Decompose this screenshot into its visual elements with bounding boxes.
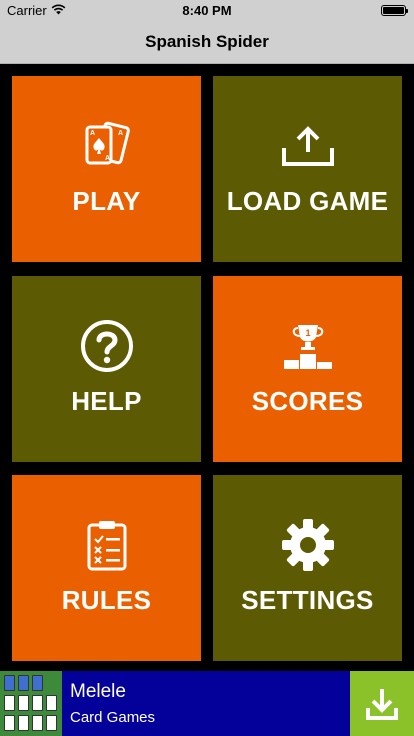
settings-label: SETTINGS: [241, 585, 374, 615]
menu-grid: A A A PLAY LOAD GAME HELP 1 SCORES RULES…: [0, 64, 414, 671]
download-icon: [366, 688, 398, 720]
playing-cards-icon: A A A: [77, 120, 137, 172]
page-title: Spanish Spider: [145, 31, 269, 51]
play-label: PLAY: [72, 186, 141, 216]
navigation-bar: Spanish Spider: [0, 20, 414, 64]
help-button[interactable]: HELP: [12, 276, 201, 462]
status-bar: Carrier 8:40 PM: [0, 0, 414, 20]
rules-button[interactable]: RULES: [12, 475, 201, 661]
svg-text:A: A: [90, 130, 95, 137]
svg-text:A: A: [118, 130, 123, 137]
svg-text:1: 1: [305, 328, 310, 338]
help-label: HELP: [71, 386, 142, 416]
ad-subtitle: Card Games: [70, 709, 156, 726]
load-game-button[interactable]: LOAD GAME: [213, 76, 402, 262]
ad-thumbnail: [0, 671, 62, 736]
trophy-podium-icon: 1: [278, 320, 338, 372]
upload-icon: [278, 120, 338, 172]
ad-banner[interactable]: Melele Card Games: [0, 671, 414, 736]
clock: 8:40 PM: [182, 3, 232, 18]
ad-title: Melele: [70, 681, 126, 702]
play-button[interactable]: A A A PLAY: [12, 76, 201, 262]
question-circle-icon: [77, 320, 137, 372]
battery-icon: [381, 5, 408, 16]
download-button[interactable]: [350, 671, 414, 736]
clipboard-checklist-icon: [77, 519, 137, 571]
svg-text:A: A: [105, 155, 110, 162]
rules-label: RULES: [61, 585, 152, 615]
load-game-label: LOAD GAME: [226, 186, 389, 216]
scores-label: SCORES: [251, 386, 364, 416]
gear-icon: [278, 519, 338, 571]
settings-button[interactable]: SETTINGS: [213, 475, 402, 661]
scores-button[interactable]: 1 SCORES: [213, 276, 402, 462]
